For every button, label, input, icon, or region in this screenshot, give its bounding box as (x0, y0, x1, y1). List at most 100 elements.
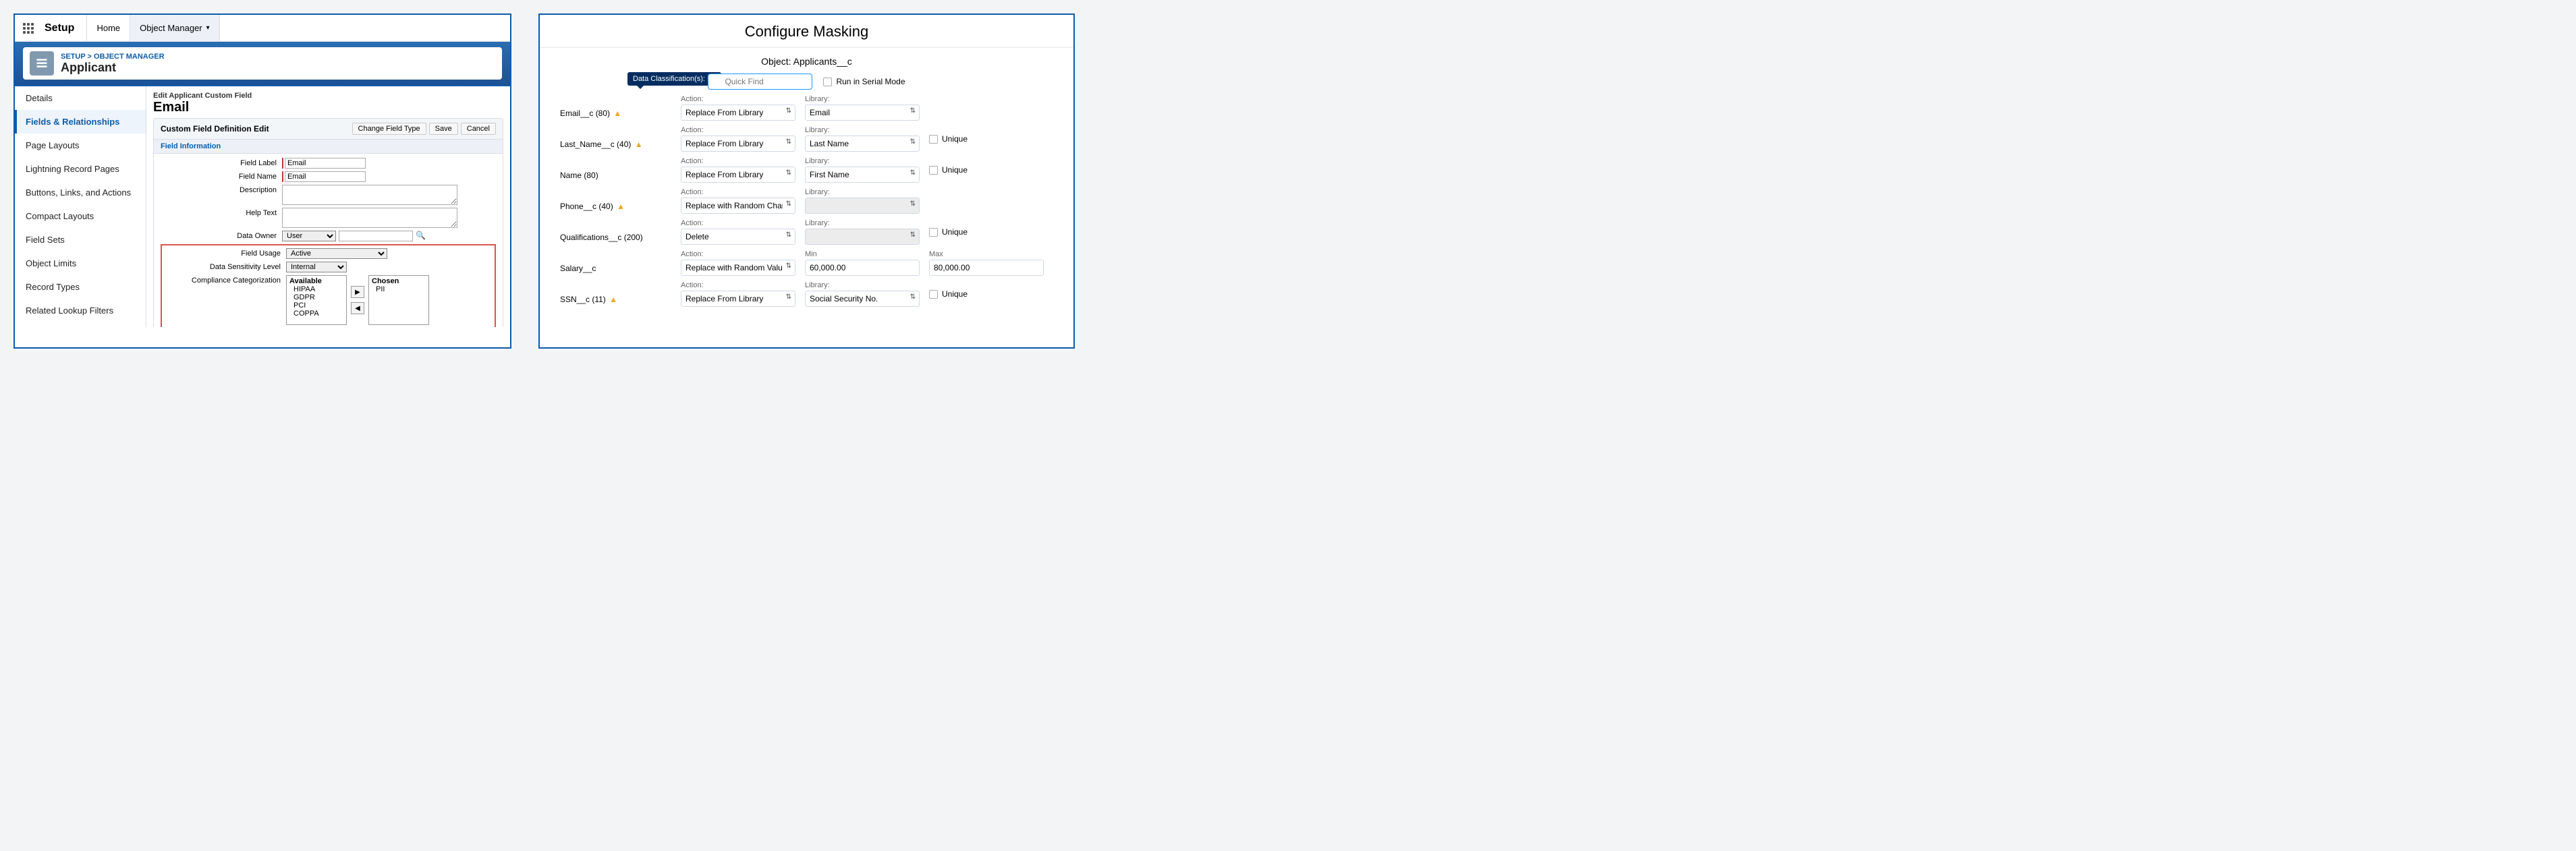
content: Edit Applicant Custom Field Email Custom… (146, 86, 510, 327)
warning-icon: ▲ (635, 140, 643, 149)
unique-label: Unique (942, 134, 968, 144)
max-input[interactable] (929, 260, 1044, 276)
library-select[interactable] (805, 229, 920, 245)
object-icon (30, 51, 54, 76)
warning-icon: ▲ (609, 295, 617, 304)
cancel-button[interactable]: Cancel (461, 123, 496, 135)
unique-checkbox[interactable]: Unique (929, 289, 968, 299)
sidebar-item-buttons[interactable]: Buttons, Links, and Actions (15, 181, 146, 204)
select-data-owner[interactable]: User (282, 231, 336, 241)
sidebar-item-lookup-filters[interactable]: Related Lookup Filters (15, 299, 146, 322)
chevron-down-icon: ▾ (206, 24, 210, 32)
action-label: Action: (681, 126, 795, 134)
chosen-listbox[interactable]: Chosen PII (368, 275, 429, 325)
action-select[interactable]: Replace From Library (681, 105, 795, 121)
field-name: Salary__c (560, 253, 671, 273)
sidebar-item-field-sets[interactable]: Field Sets (15, 228, 146, 252)
sidebar-item-page-layouts[interactable]: Page Layouts (15, 134, 146, 157)
sidebar-item-object-limits[interactable]: Object Limits (15, 252, 146, 275)
lookup-icon[interactable]: 🔍 (416, 231, 426, 240)
field-name: Phone__c (40) ▲ (560, 191, 671, 211)
label-sensitivity: Data Sensitivity Level (165, 262, 286, 271)
field-name: Last_Name__c (40) ▲ (560, 129, 671, 149)
min-label: Min (805, 250, 920, 258)
warning-icon: ▲ (613, 109, 621, 118)
available-listbox[interactable]: Available HIPAA GDPR PCI COPPA (286, 275, 347, 325)
move-right-button[interactable]: ▶ (351, 286, 364, 298)
library-label: Library: (805, 95, 920, 103)
sidebar-item-compact[interactable]: Compact Layouts (15, 204, 146, 228)
library-select[interactable]: Social Security No. (805, 291, 920, 307)
sidebar-item-fields[interactable]: Fields & Relationships (15, 110, 146, 134)
unique-checkbox[interactable]: Unique (929, 134, 968, 144)
edit-custom-field-label: Edit Applicant Custom Field (153, 92, 503, 100)
library-select[interactable]: First Name (805, 167, 920, 183)
quick-find-input[interactable] (708, 74, 812, 90)
action-select[interactable]: Replace with Random Value (681, 260, 795, 276)
library-select[interactable]: Email (805, 105, 920, 121)
unique-label: Unique (942, 289, 968, 299)
sidebar-item-lightning[interactable]: Lightning Record Pages (15, 157, 146, 181)
unique-checkbox[interactable]: Unique (929, 227, 968, 237)
input-field-name[interactable] (285, 171, 366, 182)
field-name: SSN__c (11) ▲ (560, 284, 671, 304)
mask-row: Last_Name__c (40) ▲ Action: Replace From … (560, 126, 1053, 152)
run-serial-checkbox[interactable]: Run in Serial Mode (823, 77, 905, 86)
mask-row: Email__c (80) ▲ Action:Replace From Libr… (560, 95, 1053, 121)
library-label: Library: (805, 219, 920, 227)
unique-checkbox[interactable]: Unique (929, 165, 968, 175)
input-data-owner-lookup[interactable] (339, 231, 413, 241)
warning-icon: ▲ (617, 202, 625, 211)
checkbox-icon (823, 78, 832, 86)
label-description: Description (161, 185, 282, 194)
change-field-type-button[interactable]: Change Field Type (352, 123, 426, 135)
run-serial-label: Run in Serial Mode (836, 77, 905, 86)
configure-masking-panel: Configure Masking Object: Applicants__c … (538, 13, 1075, 349)
configure-masking-title: Configure Masking (540, 19, 1073, 48)
action-select[interactable]: Delete (681, 229, 795, 245)
card-title: Custom Field Definition Edit (161, 124, 269, 134)
checkbox-icon (929, 166, 938, 175)
label-data-owner: Data Owner (161, 231, 282, 240)
label-field-name: Field Name (161, 171, 282, 181)
max-label: Max (929, 250, 1044, 258)
object-title: Applicant (61, 61, 165, 75)
tab-object-manager-label: Object Manager (140, 23, 202, 33)
sidebar-item-details[interactable]: Details (15, 86, 146, 110)
select-sensitivity[interactable]: Internal (286, 262, 347, 272)
checkbox-icon (929, 228, 938, 237)
label-compliance: Compliance Categorization (165, 275, 286, 285)
action-select[interactable]: Replace From Library (681, 167, 795, 183)
tab-object-manager[interactable]: Object Manager ▾ (130, 15, 220, 41)
action-select[interactable]: Replace From Library (681, 136, 795, 152)
min-input[interactable] (805, 260, 920, 276)
sidebar-item-record-types[interactable]: Record Types (15, 275, 146, 299)
setup-label: Setup (42, 15, 87, 41)
breadcrumb-objmgr[interactable]: OBJECT MANAGER (94, 53, 165, 61)
library-select[interactable]: Last Name (805, 136, 920, 152)
save-button[interactable]: Save (429, 123, 458, 135)
input-help-text[interactable] (282, 208, 457, 228)
sidebar-item-search-layouts[interactable]: Search Layouts (15, 322, 146, 327)
mask-row: Salary__c Action:Replace with Random Val… (560, 250, 1053, 276)
action-select[interactable]: Replace From Library (681, 291, 795, 307)
breadcrumb-setup[interactable]: SETUP (61, 53, 85, 61)
input-description[interactable] (282, 185, 457, 205)
action-select[interactable]: Replace with Random Charact (681, 198, 795, 214)
page-header: SETUP > OBJECT MANAGER Applicant (15, 42, 510, 86)
checkbox-icon (929, 135, 938, 144)
mask-row: Name (80) Action:Replace From Library Li… (560, 157, 1053, 183)
library-label: Library: (805, 188, 920, 196)
library-label: Library: (805, 157, 920, 165)
section-field-information: Field Information (154, 140, 503, 154)
breadcrumb: SETUP > OBJECT MANAGER (61, 53, 165, 61)
label-help-text: Help Text (161, 208, 282, 217)
definition-card: Custom Field Definition Edit Change Fiel… (153, 118, 503, 327)
app-launcher-icon[interactable] (15, 23, 42, 34)
move-left-button[interactable]: ◀ (351, 302, 364, 314)
library-select[interactable] (805, 198, 920, 214)
input-field-label[interactable] (285, 158, 366, 169)
tab-home[interactable]: Home (87, 15, 130, 41)
select-field-usage[interactable]: Active (286, 248, 387, 259)
unique-label: Unique (942, 165, 968, 175)
